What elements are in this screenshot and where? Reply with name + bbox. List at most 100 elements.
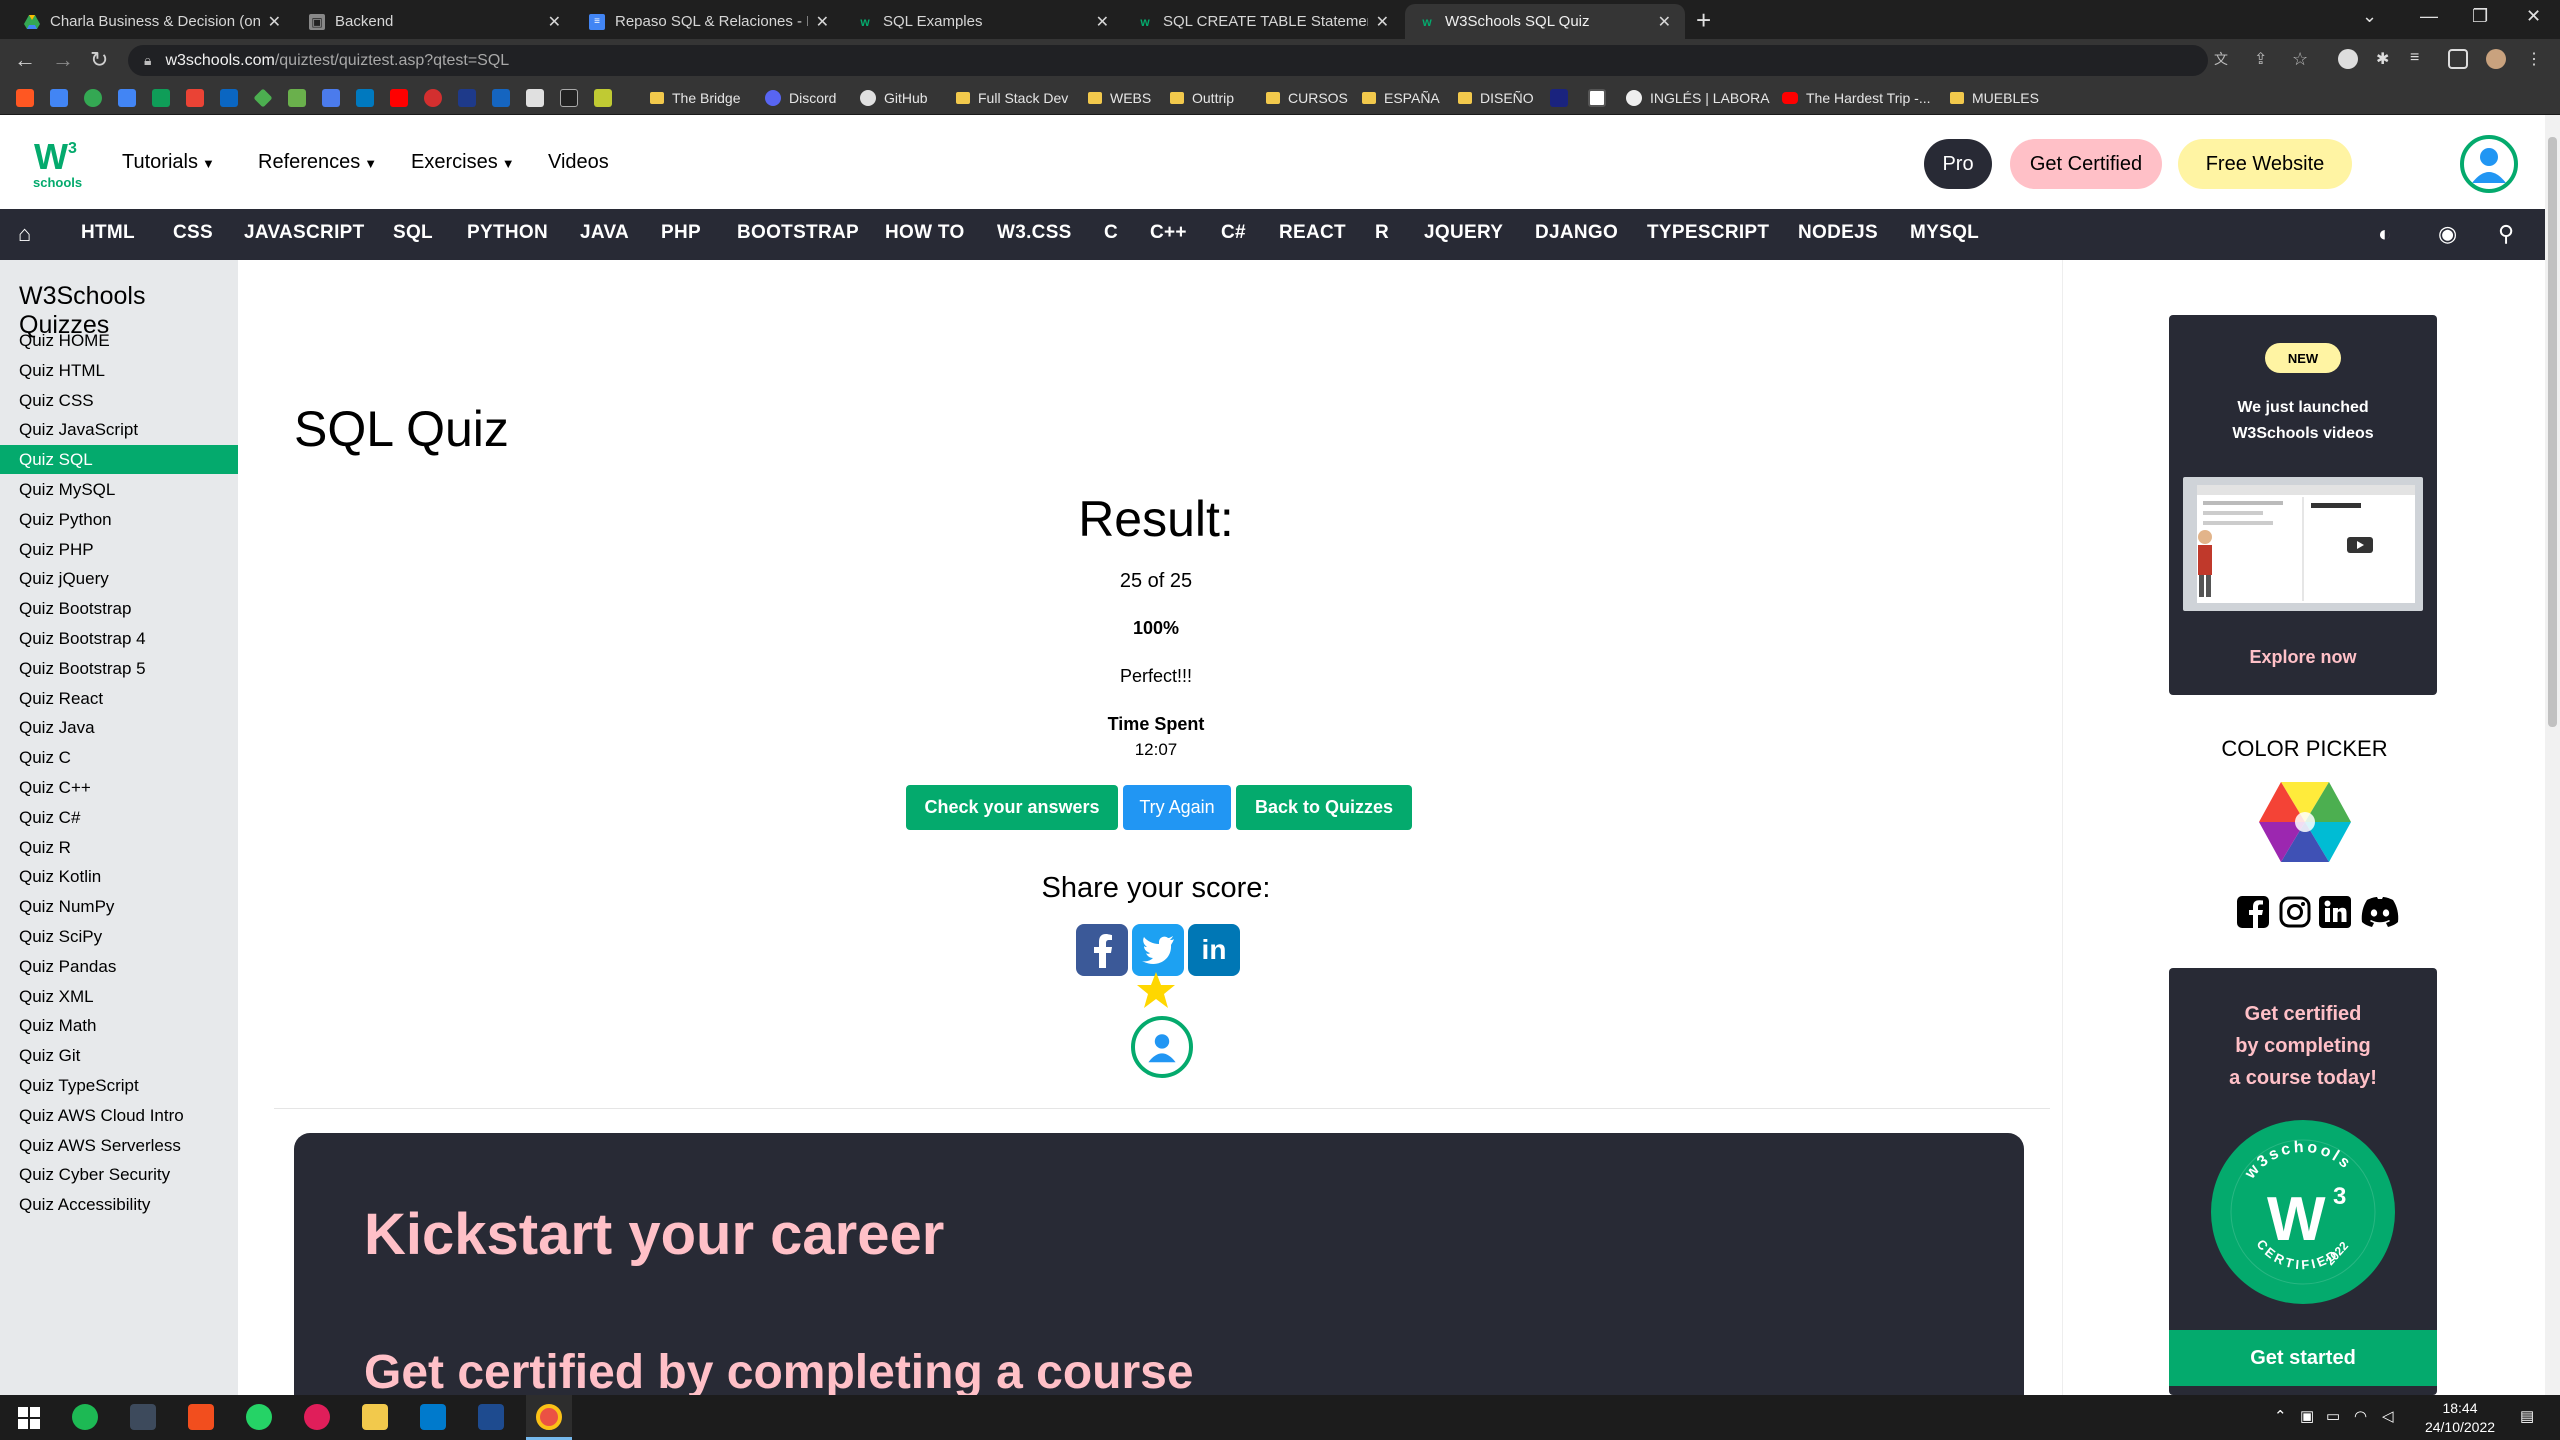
close-tab-icon[interactable]: ✕ — [268, 12, 281, 32]
bookmark-diseno[interactable]: DISEÑO — [1458, 87, 1534, 109]
extensions-puzzle-icon[interactable]: ✱ — [2376, 49, 2396, 69]
w3schools-logo[interactable]: W 3 schools — [30, 135, 86, 191]
share-icon[interactable]: ⇪ — [2254, 49, 2274, 69]
close-tab-icon[interactable]: ✕ — [1658, 12, 1671, 32]
bookmark-ingles-labora[interactable]: INGLÉS | LABORA — [1626, 87, 1770, 109]
sidebar-item-quiz-sql[interactable]: Quiz SQL — [0, 445, 238, 475]
back-to-quizzes-button[interactable]: Back to Quizzes — [1236, 785, 1412, 830]
sidebar-item-quiz-git[interactable]: Quiz Git — [0, 1041, 238, 1070]
calculator-icon[interactable] — [130, 1404, 156, 1430]
user-avatar-icon[interactable] — [2460, 135, 2518, 193]
sidebar-item-quiz-bootstrap-5[interactable]: Quiz Bootstrap 5 — [0, 654, 238, 683]
windows-start-icon[interactable] — [18, 1407, 40, 1429]
nav-how-to[interactable]: HOW TO — [885, 222, 965, 244]
bookmark-full-stack-dev[interactable]: Full Stack Dev — [956, 87, 1068, 109]
sidebar-item-quiz-math[interactable]: Quiz Math — [0, 1011, 238, 1040]
sidebar-item-quiz-kotlin[interactable]: Quiz Kotlin — [0, 862, 238, 891]
volume-icon[interactable]: ◁ — [2382, 1407, 2394, 1425]
sidebar-item-quiz-php[interactable]: Quiz PHP — [0, 535, 238, 564]
nav-css[interactable]: CSS — [173, 222, 213, 244]
bookmark-app-icon[interactable] — [424, 89, 442, 107]
nav-cpp[interactable]: C++ — [1150, 222, 1187, 244]
bookmark-app-icon[interactable] — [288, 89, 306, 107]
forward-icon[interactable]: → — [52, 47, 74, 73]
translate-icon[interactable]: 文 — [2214, 49, 2234, 69]
restore-icon[interactable]: ❐ — [2472, 6, 2488, 27]
tray-app-icon[interactable]: ▣ — [2300, 1407, 2314, 1425]
bookmark-app-icon[interactable] — [458, 89, 476, 107]
bookmark-app-icon[interactable] — [526, 89, 544, 107]
try-again-button[interactable]: Try Again — [1123, 785, 1231, 830]
videos-promo-card[interactable]: NEW We just launched W3Schools videos Ex… — [2169, 315, 2437, 695]
bookmark-discord[interactable]: Discord — [765, 87, 836, 109]
sidebar-item-quiz-java[interactable]: Quiz Java — [0, 713, 238, 742]
nav-csharp[interactable]: C# — [1221, 222, 1246, 244]
facebook-share-icon[interactable] — [1076, 924, 1128, 976]
bookmark-app-icon[interactable] — [1588, 89, 1606, 107]
bookmark-cursos[interactable]: CURSOS — [1266, 87, 1348, 109]
nav-php[interactable]: PHP — [661, 222, 701, 244]
home-icon[interactable]: ⌂ — [18, 221, 31, 247]
facebook-icon[interactable] — [2237, 896, 2269, 928]
sidebar-item-quiz-aws-cloud-intro[interactable]: Quiz AWS Cloud Intro — [0, 1101, 238, 1130]
certification-promo-card[interactable]: Get certified by completing a course tod… — [2169, 968, 2437, 1395]
show-hidden-icons-icon[interactable]: ⌃ — [2274, 1407, 2287, 1425]
sidebar-item-quiz-jquery[interactable]: Quiz jQuery — [0, 564, 238, 593]
trello-icon[interactable] — [356, 89, 374, 107]
sidebar-item-quiz-python[interactable]: Quiz Python — [0, 505, 238, 534]
extension-profile-icon[interactable] — [2338, 49, 2358, 69]
sidebar-item-quiz-numpy[interactable]: Quiz NumPy — [0, 892, 238, 921]
bookmark-app-icon[interactable] — [50, 89, 68, 107]
close-tab-icon[interactable]: ✕ — [548, 12, 561, 32]
references-menu[interactable]: References ▼ — [258, 151, 377, 174]
spotify-icon[interactable] — [72, 1404, 98, 1430]
bookmark-app-icon[interactable] — [253, 88, 273, 108]
globe-icon[interactable]: ◉ — [2438, 221, 2457, 247]
bookmark-hardest-trip[interactable]: The Hardest Trip -... — [1782, 87, 1930, 109]
nav-mysql[interactable]: MYSQL — [1910, 222, 1979, 244]
sidebar-item-quiz-r[interactable]: Quiz R — [0, 833, 238, 862]
minimize-icon[interactable]: — — [2420, 6, 2438, 27]
sidebar-item-quiz-accessibility[interactable]: Quiz Accessibility — [0, 1190, 238, 1219]
sidebar-item-quiz-c[interactable]: Quiz C++ — [0, 773, 238, 802]
gmail-icon[interactable] — [186, 89, 204, 107]
figma-icon[interactable] — [188, 1404, 214, 1430]
close-tab-icon[interactable]: ✕ — [816, 12, 829, 32]
app-icon[interactable] — [478, 1404, 504, 1430]
close-tab-icon[interactable]: ✕ — [1376, 12, 1389, 32]
search-icon[interactable]: ⚲ — [2498, 221, 2514, 247]
vscode-icon[interactable] — [420, 1404, 446, 1430]
sidebar-item-quiz-javascript[interactable]: Quiz JavaScript — [0, 415, 238, 444]
bookmark-app-icon[interactable] — [594, 89, 612, 107]
nav-java[interactable]: JAVA — [580, 222, 629, 244]
color-wheel-icon[interactable] — [2257, 778, 2353, 866]
nav-nodejs[interactable]: NODEJS — [1798, 222, 1878, 244]
nav-bootstrap[interactable]: BOOTSTRAP — [737, 222, 859, 244]
tab-w3schools-sql-quiz[interactable]: w W3Schools SQL Quiz ✕ — [1405, 4, 1685, 39]
linkedin-icon[interactable] — [2319, 896, 2351, 928]
tab-repaso[interactable]: ≡ Repaso SQL & Relaciones - Docu ✕ — [575, 4, 843, 39]
discord-icon[interactable] — [2359, 896, 2401, 928]
close-window-icon[interactable]: ✕ — [2526, 6, 2541, 27]
video-thumbnail[interactable] — [2183, 477, 2423, 611]
linkedin-share-icon[interactable]: in — [1188, 924, 1240, 976]
wifi-icon[interactable]: ◠ — [2354, 1407, 2367, 1425]
videos-link[interactable]: Videos — [548, 151, 609, 174]
tutorials-menu[interactable]: Tutorials ▼ — [122, 151, 215, 174]
bookmark-webs[interactable]: WEBS — [1088, 87, 1151, 109]
side-panel-icon[interactable] — [2448, 49, 2468, 69]
nav-w3css[interactable]: W3.CSS — [997, 222, 1072, 244]
bookmark-maps-icon[interactable] — [84, 89, 102, 107]
sidebar-item-quiz-c[interactable]: Quiz C# — [0, 803, 238, 832]
nav-typescript[interactable]: TYPESCRIPT — [1647, 222, 1769, 244]
bookmark-the-bridge[interactable]: The Bridge — [650, 87, 740, 109]
sidebar-item-quiz-cyber-security[interactable]: Quiz Cyber Security — [0, 1160, 238, 1189]
get-started-button[interactable]: Get started — [2169, 1330, 2437, 1386]
slack-icon[interactable] — [304, 1404, 330, 1430]
page-scrollbar[interactable] — [2545, 115, 2560, 1395]
page-scrollbar-thumb[interactable] — [2548, 137, 2557, 727]
back-icon[interactable]: ← — [14, 47, 36, 73]
new-tab-icon[interactable]: + — [1696, 5, 1711, 36]
battery-icon[interactable]: ▭ — [2326, 1407, 2340, 1425]
close-tab-icon[interactable]: ✕ — [1096, 12, 1109, 32]
